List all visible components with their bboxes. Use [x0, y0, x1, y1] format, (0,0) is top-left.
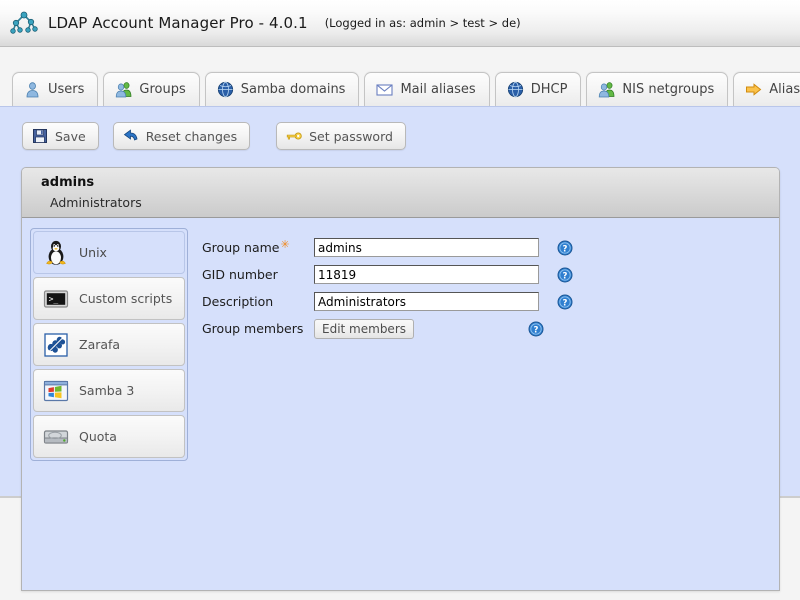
field-label: Description: [202, 294, 314, 309]
action-toolbar: Save Reset changes Set password: [22, 122, 420, 150]
field-label-text: Description: [202, 294, 273, 309]
button-label: Save: [55, 129, 86, 144]
tab-label: DHCP: [531, 82, 568, 97]
ldap-tree-logo-icon: [9, 8, 39, 38]
set-password-button[interactable]: Set password: [276, 122, 406, 150]
sidebar-item-label: Quota: [79, 429, 117, 444]
module-form: Group name✳ ? GID number: [202, 234, 602, 342]
svg-text:>_: >_: [49, 294, 59, 303]
sidebar-item-samba-3[interactable]: Samba 3: [33, 369, 185, 412]
svg-text:?: ?: [563, 298, 568, 308]
field-label-text: GID number: [202, 267, 278, 282]
users-group-icon: [598, 81, 615, 98]
page-body: Save Reset changes Set password: [0, 106, 800, 498]
tab-label: Users: [48, 82, 84, 97]
tab-label: NIS netgroups: [622, 82, 714, 97]
tab-label: Mail aliases: [400, 82, 475, 97]
help-circle-icon[interactable]: ?: [557, 267, 573, 283]
tab-samba-domains[interactable]: Samba domains: [205, 72, 360, 106]
sidebar-item-custom-scripts[interactable]: >_ Custom scripts: [33, 277, 185, 320]
entry-header: admins Administrators: [22, 168, 780, 218]
arrow-right-icon: [745, 81, 762, 98]
zarafa-blocks-icon: [42, 331, 70, 359]
sidebar-item-label: Samba 3: [79, 383, 134, 398]
globe-icon: [507, 81, 524, 98]
floppy-save-icon: [32, 128, 48, 144]
description-input[interactable]: [314, 292, 539, 311]
tab-mail-aliases[interactable]: Mail aliases: [364, 72, 489, 106]
field-label-text: Group name: [202, 240, 279, 255]
help-circle-icon[interactable]: ?: [557, 240, 573, 256]
sidebar-item-label: Custom scripts: [79, 291, 172, 306]
save-button[interactable]: Save: [22, 122, 99, 150]
module-sidebar: Unix >_ Custom scripts: [30, 228, 188, 461]
edit-members-button[interactable]: Edit members: [314, 319, 414, 339]
svg-text:?: ?: [534, 325, 539, 335]
sidebar-item-zarafa[interactable]: Zarafa: [33, 323, 185, 366]
app-title: LDAP Account Manager Pro - 4.0.1: [48, 14, 308, 32]
field-label: Group members: [202, 321, 314, 336]
app-header: LDAP Account Manager Pro - 4.0.1 (Logged…: [0, 0, 800, 47]
tux-penguin-icon: [42, 239, 70, 267]
sidebar-item-label: Zarafa: [79, 337, 120, 352]
tab-label: Aliases: [769, 82, 800, 97]
main-tab-bar: Users Groups Samba domains: [0, 48, 800, 106]
button-label: Reset changes: [146, 129, 237, 144]
required-marker: ✳: [280, 238, 289, 251]
harddisk-icon: [42, 423, 70, 451]
tab-nis-netgroups[interactable]: NIS netgroups: [586, 72, 728, 106]
field-row-group-members: Group members Edit members ?: [202, 315, 602, 342]
svg-text:?: ?: [563, 271, 568, 281]
field-label: Group name✳: [202, 240, 314, 255]
help-circle-icon[interactable]: ?: [557, 294, 573, 310]
login-status: (Logged in as: admin > test > de): [325, 16, 521, 30]
sidebar-item-quota[interactable]: Quota: [33, 415, 185, 458]
windows-logo-icon: [42, 377, 70, 405]
users-group-icon: [115, 81, 132, 98]
globe-icon: [217, 81, 234, 98]
sidebar-item-label: Unix: [79, 245, 107, 260]
envelope-icon: [376, 81, 393, 98]
undo-arrow-icon: [123, 128, 139, 144]
button-label: Set password: [309, 129, 393, 144]
tab-groups[interactable]: Groups: [103, 72, 199, 106]
tab-users[interactable]: Users: [12, 72, 98, 106]
key-icon: [286, 128, 302, 144]
tab-label: Groups: [139, 82, 185, 97]
tab-label: Samba domains: [241, 82, 346, 97]
tab-aliases[interactable]: Aliases: [733, 72, 800, 106]
reset-changes-button[interactable]: Reset changes: [113, 122, 250, 150]
sidebar-item-unix[interactable]: Unix: [33, 231, 185, 274]
help-circle-icon[interactable]: ?: [528, 321, 544, 337]
field-label-text: Group members: [202, 321, 303, 336]
entry-subtitle: Administrators: [50, 195, 142, 210]
entry-title: admins: [41, 175, 94, 190]
account-edit-panel: admins Administrators: [21, 167, 780, 591]
tab-dhcp[interactable]: DHCP: [495, 72, 582, 106]
field-row-description: Description ?: [202, 288, 602, 315]
gid-number-input[interactable]: [314, 265, 539, 284]
group-name-input[interactable]: [314, 238, 539, 257]
field-label: GID number: [202, 267, 314, 282]
user-icon: [24, 81, 41, 98]
svg-text:?: ?: [563, 244, 568, 254]
field-row-group-name: Group name✳ ?: [202, 234, 602, 261]
terminal-icon: >_: [42, 285, 70, 313]
field-row-gid-number: GID number ?: [202, 261, 602, 288]
